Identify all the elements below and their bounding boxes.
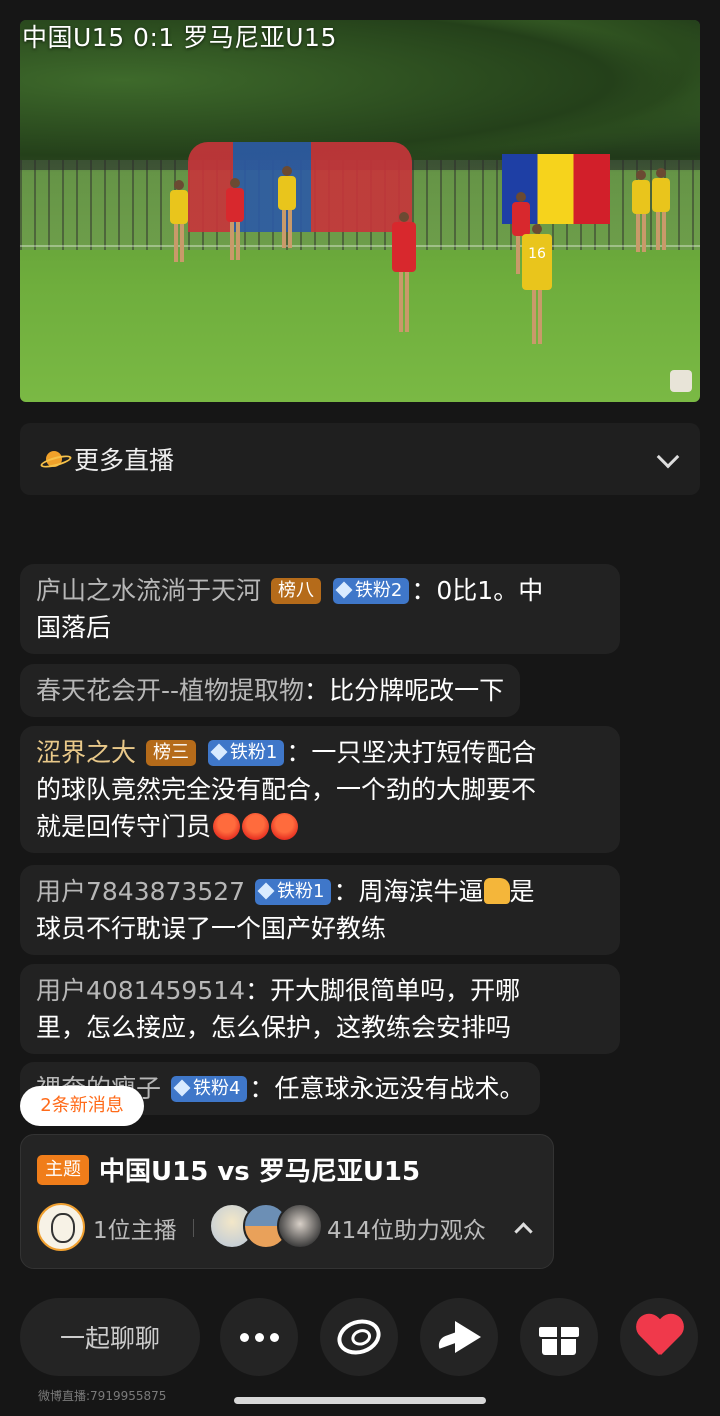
angry-face-icon [213,813,241,840]
video-player [652,168,670,250]
gift-icon [539,1319,579,1355]
comment-text: 比分牌呢改一下 [329,676,505,705]
fan-badge: 铁粉4 [170,1076,248,1102]
comment-text: 里，怎么接应，怎么保护，这教练会安排吗 [36,1013,512,1042]
video-dugout [188,142,412,232]
comment-item[interactable]: 春天花会开--植物提取物：比分牌呢改一下 [20,664,521,717]
share-icon [455,1321,481,1353]
comment-item[interactable]: 用户7843873527 铁粉1 ：周海滨牛逼是 球员不行耽误了一个国产好教练 [20,865,620,955]
chat-input-button[interactable]: 一起聊聊 [20,1298,200,1376]
diamond-icon [335,581,353,599]
fan-badge-label: 铁粉4 [192,1078,241,1099]
chevron-up-icon[interactable] [514,1222,533,1241]
live-video-player[interactable]: 16 [20,20,700,402]
comment-text: 周海滨牛逼 [358,877,484,906]
jersey-number: 16 [522,234,552,290]
share-button[interactable] [420,1298,498,1376]
rank-badge: 榜八 [270,578,321,604]
fan-badge: 铁粉1 [207,740,285,766]
comment-user[interactable]: 春天花会开--植物提取物 [36,676,304,705]
new-messages-pill[interactable]: 2条新消息 [20,1086,144,1126]
comment-text: 球员不行耽误了一个国产好教练 [36,914,387,943]
fan-badge: 铁粉2 [332,578,410,604]
comment-text: 的球队竟然完全没有配合，一个劲的大脚要不 [36,775,537,804]
angry-face-icon [271,813,299,840]
more-button[interactable] [220,1298,298,1376]
fan-badge-label: 铁粉1 [229,742,278,763]
more-live-label: 更多直播 [74,446,175,475]
topic-card[interactable]: 主题 中国U15 vs 罗马尼亚U15 1位主播 414位助力观众 [20,1134,554,1269]
fan-count[interactable]: 414位助力观众 [327,1211,486,1245]
video-player [278,166,296,248]
topic-title: 中国U15 vs 罗马尼亚U15 [99,1157,421,1187]
weibo-button[interactable] [320,1298,398,1376]
thumbs-up-icon [483,878,510,904]
weibo-icon [332,1314,386,1360]
comment-item[interactable]: 用户4081459514：开大脚很简单吗，开哪 里，怎么接应，怎么保护，这教练会… [20,964,620,1054]
video-player [170,180,188,262]
video-player [226,178,244,260]
comment-user[interactable]: 用户4081459514 [36,976,245,1005]
comment-text: 一只坚决打短传配合 [311,738,537,767]
comment-user[interactable]: 涩界之大 [36,738,136,767]
comment-item[interactable]: 涩界之大 榜三 铁粉1 ：一只坚决打短传配合 的球队竟然完全没有配合，一个劲的大脚… [20,726,620,853]
video-player [632,170,650,252]
chevron-down-icon[interactable] [656,445,680,469]
host-count[interactable]: 1位主播 [93,1211,177,1245]
angry-face-icon [242,813,270,840]
comment-user[interactable]: 用户7843873527 [36,877,245,906]
heart-icon [635,1315,683,1359]
fan-badge-label: 铁粉1 [277,881,325,902]
host-avatar[interactable] [37,1203,85,1251]
planet-icon [40,449,68,469]
divider [193,1219,194,1237]
video-title: 中国U15 0:1 罗马尼亚U15 [22,23,337,52]
like-button[interactable] [620,1298,698,1376]
comment-text: 就是回传守门员 [36,812,212,841]
room-id: 微博直播:7919955875 [38,1389,167,1403]
video-player [392,212,416,332]
fan-avatar[interactable] [277,1203,323,1249]
diamond-icon [173,1079,191,1097]
comment-item[interactable]: 庐山之水流淌于天河 榜八 铁粉2 ：0比1。中 国落后 [20,564,620,654]
fan-badge: 铁粉1 [255,879,332,905]
more-live-bar[interactable]: 更多直播 [20,423,700,495]
video-player: 16 [522,224,552,344]
comment-text: 国落后 [36,613,112,642]
video-watermark-icon [670,370,692,392]
more-dots-icon [239,1332,279,1342]
video-pitch-line [20,245,700,247]
diamond-icon [210,743,228,761]
comment-user[interactable]: 庐山之水流淌于天河 [36,576,261,605]
diamond-icon [257,882,275,900]
comment-text: 开大脚很简单吗，开哪 [270,976,521,1005]
comment-text: 任意球永远没有战术。 [274,1074,525,1103]
rank-badge: 榜三 [145,740,196,766]
comment-text: 是 [509,877,535,906]
home-indicator[interactable] [234,1397,486,1404]
fan-badge-label: 铁粉2 [354,580,403,601]
comment-text: 0比1。中 [436,576,544,605]
gift-button[interactable] [520,1298,598,1376]
topic-tag: 主题 [37,1155,89,1185]
